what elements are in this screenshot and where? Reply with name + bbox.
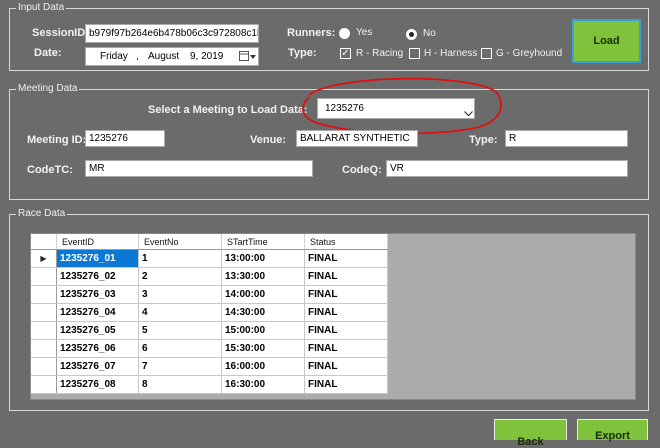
table-cell[interactable]: FINAL — [304, 339, 388, 358]
date-label: Date: — [34, 47, 62, 59]
venue-field[interactable]: BALLARAT SYNTHETIC — [296, 130, 418, 147]
row-header[interactable] — [31, 375, 57, 394]
table-cell[interactable]: FINAL — [304, 303, 388, 322]
table-cell[interactable]: FINAL — [304, 321, 388, 340]
table-row[interactable]: 1235276_04 4 14:30:00 FINAL — [31, 303, 388, 322]
row-header[interactable] — [31, 267, 57, 286]
column-header-starttime[interactable]: STartTime — [221, 234, 305, 250]
runners-yes-radio[interactable] — [339, 28, 350, 39]
table-cell[interactable]: 4 — [138, 303, 222, 322]
back-button[interactable]: Back — [494, 419, 567, 448]
date-daynum-year: 9, 2019 — [190, 51, 224, 62]
row-pointer-icon[interactable]: ▶ — [31, 249, 57, 268]
row-header[interactable] — [31, 303, 57, 322]
codetc-label: CodeTC: — [27, 164, 73, 176]
table-cell[interactable]: 1 — [138, 249, 222, 268]
type-harness-checkbox[interactable] — [409, 48, 420, 59]
table-cell[interactable]: FINAL — [304, 267, 388, 286]
table-row[interactable]: ▶ 1235276_01 1 13:00:00 FINAL — [31, 249, 388, 268]
table-cell[interactable]: 8 — [138, 375, 222, 394]
table-cell[interactable]: 16:00:00 — [221, 357, 305, 376]
race-data-grid[interactable]: EventID EventNo STartTime Status ▶ 12352… — [30, 233, 636, 400]
runners-no-label: No — [423, 28, 436, 39]
column-header-eventid[interactable]: EventID — [56, 234, 139, 250]
meeting-data-legend: Meeting Data — [16, 82, 80, 96]
codeq-label: CodeQ: — [342, 164, 382, 176]
table-cell[interactable]: 7 — [138, 357, 222, 376]
table-cell[interactable]: FINAL — [304, 357, 388, 376]
meeting-id-label: Meeting ID: — [27, 134, 87, 146]
back-button-label: Back — [517, 436, 544, 448]
table-cell[interactable]: 13:00:00 — [221, 249, 305, 268]
input-data-legend: Input Data — [16, 1, 67, 15]
table-cell[interactable]: 1235276_03 — [56, 285, 139, 304]
venue-label: Venue: — [250, 134, 287, 146]
table-row[interactable]: 1235276_02 2 13:30:00 FINAL — [31, 267, 388, 286]
runners-no-radio[interactable] — [406, 29, 417, 40]
table-cell[interactable]: 1235276_01 — [56, 249, 139, 268]
type-racing-label: R - Racing — [356, 48, 404, 59]
table-cell[interactable]: 6 — [138, 339, 222, 358]
table-cell[interactable]: 1235276_05 — [56, 321, 139, 340]
table-row[interactable]: 1235276_07 7 16:00:00 FINAL — [31, 357, 388, 376]
column-header-status[interactable]: Status — [304, 234, 388, 250]
date-day: Friday — [100, 51, 128, 62]
table-cell[interactable]: 1235276_08 — [56, 375, 139, 394]
meeting-id-field[interactable]: 1235276 — [85, 130, 165, 147]
table-cell[interactable]: 3 — [138, 285, 222, 304]
table-row[interactable]: 1235276_06 6 15:30:00 FINAL — [31, 339, 388, 358]
export-button[interactable]: Export — [577, 419, 648, 442]
table-cell[interactable]: 1235276_04 — [56, 303, 139, 322]
row-header-corner — [31, 234, 57, 250]
table-row[interactable]: 1235276_08 8 16:30:00 FINAL — [31, 375, 388, 394]
table-row[interactable]: 1235276_05 5 15:00:00 FINAL — [31, 321, 388, 340]
table-cell[interactable]: 14:30:00 — [221, 303, 305, 322]
table-header-row: EventID EventNo STartTime Status — [31, 234, 388, 250]
date-month: August — [148, 51, 180, 62]
table-cell[interactable]: 1235276_06 — [56, 339, 139, 358]
meeting-type-label: Type: — [469, 134, 498, 146]
row-header[interactable] — [31, 357, 57, 376]
runners-label: Runners: — [287, 27, 336, 39]
table-cell[interactable]: 5 — [138, 321, 222, 340]
type-greyhound-checkbox[interactable] — [481, 48, 492, 59]
table-cell[interactable]: 15:30:00 — [221, 339, 305, 358]
runners-yes-label: Yes — [356, 27, 373, 38]
codeq-field[interactable]: VR — [386, 160, 628, 177]
session-id-label: SessionID: — [32, 27, 89, 39]
table-cell[interactable]: 15:00:00 — [221, 321, 305, 340]
table-cell[interactable]: FINAL — [304, 375, 388, 394]
codetc-field[interactable]: MR — [85, 160, 313, 177]
date-picker[interactable]: Friday , August 9, 2019 — [85, 47, 259, 66]
type-label: Type: — [288, 47, 317, 59]
table-cell[interactable]: 16:30:00 — [221, 375, 305, 394]
row-header[interactable] — [31, 285, 57, 304]
type-harness-label: H - Harness — [424, 48, 478, 59]
table-cell[interactable]: 1235276_07 — [56, 357, 139, 376]
table-cell[interactable]: 2 — [138, 267, 222, 286]
meeting-type-field[interactable]: R — [505, 130, 628, 147]
row-header[interactable] — [31, 339, 57, 358]
table-row[interactable]: 1235276_03 3 14:00:00 FINAL — [31, 285, 388, 304]
table-cell[interactable]: 1235276_02 — [56, 267, 139, 286]
table-cell[interactable]: FINAL — [304, 285, 388, 304]
load-button[interactable]: Load — [572, 19, 641, 63]
export-button-label: Export — [595, 430, 630, 442]
select-meeting-label: Select a Meeting to Load Data: — [148, 104, 308, 116]
table-cell[interactable]: 14:00:00 — [221, 285, 305, 304]
type-racing-checkbox[interactable]: ✓ — [340, 48, 351, 59]
calendar-icon[interactable] — [239, 51, 257, 62]
table-cell[interactable]: 13:30:00 — [221, 267, 305, 286]
table-cell[interactable]: FINAL — [304, 249, 388, 268]
row-header[interactable] — [31, 321, 57, 340]
column-header-eventno[interactable]: EventNo — [138, 234, 222, 250]
type-greyhound-label: G - Greyhound — [496, 48, 563, 59]
session-id-field[interactable]: b979f97b264e6b478b06c3c972808c1b — [85, 24, 259, 43]
race-table: EventID EventNo STartTime Status ▶ 12352… — [31, 234, 388, 394]
date-separator: , — [136, 51, 139, 62]
race-data-legend: Race Data — [16, 207, 68, 221]
